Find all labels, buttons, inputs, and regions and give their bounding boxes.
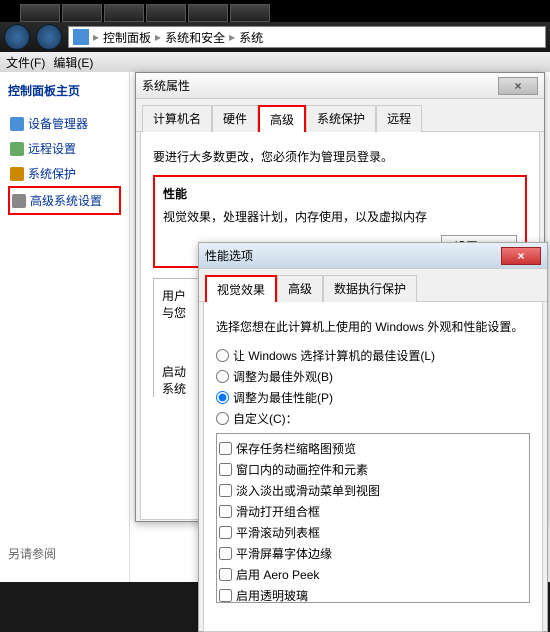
close-button[interactable]: × [498,77,538,95]
shield-icon [12,194,26,208]
tab-visual-effects[interactable]: 视觉效果 [205,275,277,302]
radio-best-performance[interactable]: 调整为最佳性能(P) [216,387,530,408]
option-label: 平滑滚动列表框 [236,524,320,541]
explorer-address-bar: ▸ 控制面板 ▸ 系统和安全 ▸ 系统 [0,22,550,52]
shield-icon [10,142,24,156]
option-label: 窗口内的动画控件和元素 [236,461,368,478]
tab-system-protection[interactable]: 系统保护 [306,105,376,132]
checkbox[interactable] [219,547,232,560]
sidebar-item-label: 高级系统设置 [30,192,102,209]
sidebar-title[interactable]: 控制面板主页 [8,82,121,99]
taskbar-icon[interactable] [20,4,60,22]
sidebar-item-label: 远程设置 [28,140,76,157]
close-icon: × [514,79,521,93]
option-label: 滑动打开组合框 [236,503,320,520]
window-title: 性能选项 [205,247,253,264]
option-label: 淡入淡出或滑动菜单到视图 [236,482,380,499]
tab-computer-name[interactable]: 计算机名 [142,105,212,132]
option-row[interactable]: 滑动打开组合框 [219,501,527,522]
option-label: 平滑屏幕字体边缘 [236,545,332,562]
option-label: 启用透明玻璃 [236,587,308,603]
group-desc: 视觉效果，处理器计划，内存使用，以及虚拟内存 [163,208,517,225]
radio-let-windows-choose[interactable]: 让 Windows 选择计算机的最佳设置(L) [216,345,530,366]
tab-advanced[interactable]: 高级 [277,275,323,302]
control-panel-sidebar: 控制面板主页 设备管理器 远程设置 系统保护 高级系统设置 另请参阅 [0,72,130,582]
taskbar-icon[interactable] [62,4,102,22]
shield-icon [10,167,24,181]
title-bar[interactable]: 性能选项 × [199,243,547,269]
sidebar-item-advanced-settings[interactable]: 高级系统设置 [8,186,121,215]
checkbox[interactable] [219,463,232,476]
title-bar[interactable]: 系统属性 × [136,73,544,99]
tab-advanced[interactable]: 高级 [258,105,306,132]
radio-best-appearance[interactable]: 调整为最佳外观(B) [216,366,530,387]
computer-icon [73,29,89,45]
checkbox[interactable] [219,505,232,518]
option-row[interactable]: 平滑屏幕字体边缘 [219,543,527,564]
option-row[interactable]: 窗口内的动画控件和元素 [219,459,527,480]
checkbox[interactable] [219,568,232,581]
window-title: 系统属性 [142,77,190,94]
sidebar-item-system-protection[interactable]: 系统保护 [8,161,121,186]
close-icon: × [517,249,524,263]
location-field[interactable]: ▸ 控制面板 ▸ 系统和安全 ▸ 系统 [68,26,546,48]
option-row[interactable]: 淡入淡出或滑动菜单到视图 [219,480,527,501]
group-title: 性能 [163,185,517,202]
radio-label: 让 Windows 选择计算机的最佳设置(L) [233,347,435,364]
radio-label: 调整为最佳性能(P) [233,389,333,406]
tabs: 视觉效果 高级 数据执行保护 [199,269,547,302]
visual-effects-hint: 选择您想在此计算机上使用的 Windows 外观和性能设置。 [216,318,530,335]
visual-effects-list[interactable]: 保存任务栏缩略图预览 窗口内的动画控件和元素 淡入淡出或滑动菜单到视图 滑动打开… [216,433,530,603]
sidebar-item-device-manager[interactable]: 设备管理器 [8,111,121,136]
breadcrumb-item[interactable]: 控制面板 [99,29,155,46]
menu-file[interactable]: 文件(F) [6,54,45,71]
radio-input[interactable] [216,391,229,404]
tab-dep[interactable]: 数据执行保护 [323,275,417,302]
breadcrumb-item[interactable]: 系统 [235,29,267,46]
shield-icon [10,117,24,131]
option-row[interactable]: 平滑滚动列表框 [219,522,527,543]
tabs: 计算机名 硬件 高级 系统保护 远程 [136,99,544,132]
option-label: 启用 Aero Peek [236,566,319,583]
performance-options-dialog: 性能选项 × 视觉效果 高级 数据执行保护 选择您想在此计算机上使用的 Wind… [198,242,548,632]
checkbox[interactable] [219,442,232,455]
sidebar-item-remote-settings[interactable]: 远程设置 [8,136,121,161]
radio-label: 调整为最佳外观(B) [233,368,333,385]
radio-input[interactable] [216,370,229,383]
see-also-label: 另请参阅 [8,545,56,562]
sidebar-title-label: 控制面板主页 [8,82,80,99]
breadcrumb-item[interactable]: 系统和安全 [161,29,229,46]
back-button[interactable] [4,24,30,50]
desktop-taskbar [0,0,550,22]
taskbar-icon[interactable] [146,4,186,22]
checkbox[interactable] [219,526,232,539]
checkbox[interactable] [219,589,232,602]
taskbar-icon[interactable] [188,4,228,22]
radio-input[interactable] [216,412,229,425]
option-row[interactable]: 保存任务栏缩略图预览 [219,438,527,459]
forward-button[interactable] [36,24,62,50]
radio-input[interactable] [216,349,229,362]
tab-hardware[interactable]: 硬件 [212,105,258,132]
menu-bar: 文件(F) 编辑(E) [0,52,550,72]
taskbar-icon[interactable] [104,4,144,22]
sidebar-item-label: 系统保护 [28,165,76,182]
tab-remote[interactable]: 远程 [376,105,422,132]
tab-panel: 选择您想在此计算机上使用的 Windows 外观和性能设置。 让 Windows… [203,302,543,632]
close-button[interactable]: × [501,247,541,265]
main-content: 控制面板主页 设备管理器 远程设置 系统保护 高级系统设置 另请参阅 系统属性 … [0,72,550,582]
option-label: 保存任务栏缩略图预览 [236,440,356,457]
sidebar-item-label: 设备管理器 [28,115,88,132]
admin-hint: 要进行大多数更改，您必须作为管理员登录。 [153,148,527,165]
radio-label: 自定义(C)： [233,410,298,427]
option-row[interactable]: 启用透明玻璃 [219,585,527,603]
taskbar-icon[interactable] [230,4,270,22]
checkbox[interactable] [219,484,232,497]
menu-edit[interactable]: 编辑(E) [53,54,93,71]
radio-custom[interactable]: 自定义(C)： [216,408,530,429]
